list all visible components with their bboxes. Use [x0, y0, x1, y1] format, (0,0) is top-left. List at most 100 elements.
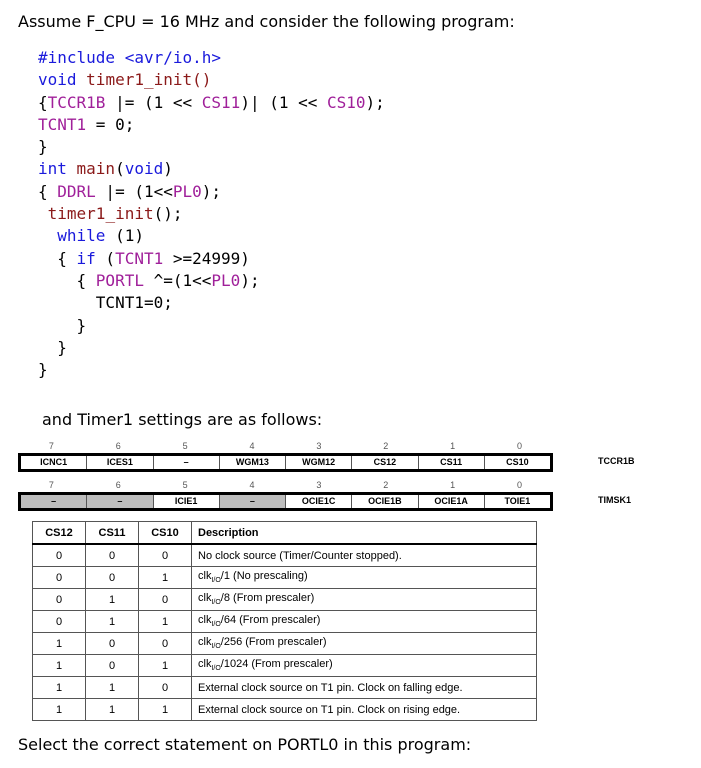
code-token: TCNT1: [38, 114, 87, 134]
description-text: No clock source (Timer/Counter stopped).: [198, 549, 402, 562]
table-row: 1 0 1 clkI/O/1024 (From prescaler): [32, 654, 537, 677]
column-header: Description: [191, 521, 537, 545]
code-token: {: [38, 248, 77, 268]
register-fields: ICNC1 ICES1– WGM13 WGM12 CS12 CS11 CS10: [18, 453, 553, 472]
code-token: (): [192, 70, 212, 90]
code-line: }: [38, 337, 385, 359]
register-field: –: [21, 495, 87, 508]
description-text: /1 (No prescaling): [220, 570, 308, 583]
column-header: CS11: [85, 521, 139, 545]
code-block: #include <avr/io.h> void timer1_init() {TC…: [38, 47, 385, 381]
bit-number: 2: [383, 441, 389, 451]
description-text: /1024 (From prescaler): [220, 658, 333, 671]
bit-value-cell: 0: [32, 566, 86, 589]
description-cell: clkI/O/1 (No prescaling): [191, 566, 537, 589]
code-token: PL0: [172, 181, 202, 201]
description-text: External clock source on T1 pin. Clock o…: [198, 681, 463, 694]
clk-subscript: I/O: [211, 621, 221, 629]
code-token: void: [124, 159, 164, 179]
question-text: Select the correct statement on PORTL0 i…: [18, 735, 472, 754]
bit-value-cell: 1: [32, 698, 86, 721]
description-cell: clkI/O/64 (From prescaler): [191, 610, 537, 633]
register-field: ICNC1: [40, 457, 68, 467]
code-token: DDRL: [57, 181, 96, 201]
bit-value-cell: 0: [32, 610, 86, 633]
code-token: );: [365, 92, 385, 112]
clk-subscript: I/O: [211, 577, 221, 585]
description-text: /8 (From prescaler): [220, 592, 315, 605]
register-field: CS12: [351, 456, 417, 469]
register-field: CS11: [417, 456, 484, 469]
code-token: PL0: [211, 270, 241, 290]
code-line: timer1_init();: [38, 203, 385, 225]
register-field: ICIE1: [152, 495, 219, 508]
bit-value-cell: 1: [138, 566, 192, 589]
bit-number: 1: [450, 480, 456, 490]
code-line: TCNT1=0;: [38, 292, 385, 314]
description-text: External clock source on T1 pin. Clock o…: [198, 703, 461, 716]
bit-number: 4: [249, 441, 255, 451]
code-line: TCNT1 = 0;: [38, 114, 385, 136]
code-token: (: [95, 248, 116, 268]
code-line: { if (TCNT1 >=24999): [38, 248, 385, 270]
bit-value-cell: 0: [138, 543, 192, 567]
bit-number: 5: [182, 480, 188, 490]
clock-select-table: CS12 CS11 CS10 Description 0 0 0 No clock sour…: [32, 521, 537, 721]
clk-subscript: I/O: [211, 599, 221, 607]
table-row: 0 0 1 clkI/O/1 (No prescaling): [32, 566, 537, 589]
bit-number: 5: [182, 441, 188, 451]
bit-number: 2: [383, 480, 389, 490]
column-header: CS10: [138, 521, 192, 545]
bit-number: 0: [517, 480, 523, 490]
code-token: PORTL: [95, 270, 144, 290]
description-text: /64 (From prescaler): [220, 614, 321, 627]
bit-number: 6: [115, 480, 121, 490]
register-field: OCIE1B: [351, 495, 417, 508]
code-token: (: [115, 159, 125, 179]
code-token: void: [38, 70, 87, 90]
bit-value-cell: 1: [32, 676, 86, 699]
code-token: ^=(1<<: [143, 270, 212, 290]
code-token: }: [38, 337, 67, 357]
bit-value-cell: 1: [138, 654, 192, 677]
table-row: 0 1 0 clkI/O/8 (From prescaler): [32, 588, 537, 611]
bit-value-cell: 0: [138, 588, 192, 611]
bit-number: 6: [115, 441, 121, 451]
bit-value-cell: 1: [32, 654, 86, 677]
clk-subscript: I/O: [211, 665, 221, 673]
description-cell: External clock source on T1 pin. Clock o…: [191, 698, 537, 721]
bit-value-cell: 0: [32, 543, 86, 567]
bit-value-cell: 1: [138, 610, 192, 633]
clk-prefix: clk: [198, 570, 212, 583]
bit-numbers: 7 6 5 4 3 2 1 0: [18, 441, 553, 453]
register-field: WGM13: [218, 456, 285, 469]
bit-number: 7: [48, 480, 54, 490]
code-token: CS11: [201, 92, 241, 112]
bit-value-cell: 1: [85, 676, 139, 699]
description-cell: clkI/O/1024 (From prescaler): [191, 654, 537, 677]
code-line: {TCCR1B |= (1 << CS11)| (1 << CS10);: [38, 92, 385, 114]
code-token: timer1_init: [47, 204, 154, 224]
register-timsk1: 7 6 5 4 3 2 1 0– – ICIE1– OCIE1C OCIE1B OCIE1A TOIE1: [18, 480, 553, 511]
bit-value-cell: 1: [85, 698, 139, 721]
register-field: CS10: [483, 456, 550, 469]
code-token: main: [76, 159, 116, 179]
code-token: ();: [153, 204, 183, 224]
table-row: 0 1 1 clkI/O/64 (From prescaler): [32, 610, 537, 633]
code-line: }: [38, 136, 385, 158]
description-cell: clkI/O/256 (From prescaler): [191, 632, 537, 655]
table-row: 0 0 0 No clock source (Timer/Counter stoppe…: [32, 543, 537, 567]
bit-number: 7: [48, 441, 54, 451]
register-field: OCIE1A: [417, 495, 484, 508]
code-line: #include <avr/io.h>: [38, 47, 385, 69]
register-field: –: [152, 456, 219, 469]
code-token: if: [76, 248, 96, 268]
bit-value-cell: 0: [85, 632, 139, 655]
code-token: int: [38, 159, 77, 179]
code-line: void timer1_init(): [38, 69, 385, 91]
settings-intro-text: and Timer1 settings are as follows:: [42, 410, 323, 429]
table-row: 1 0 0 clkI/O/256 (From prescaler): [32, 632, 537, 655]
bit-value-cell: 1: [32, 632, 86, 655]
